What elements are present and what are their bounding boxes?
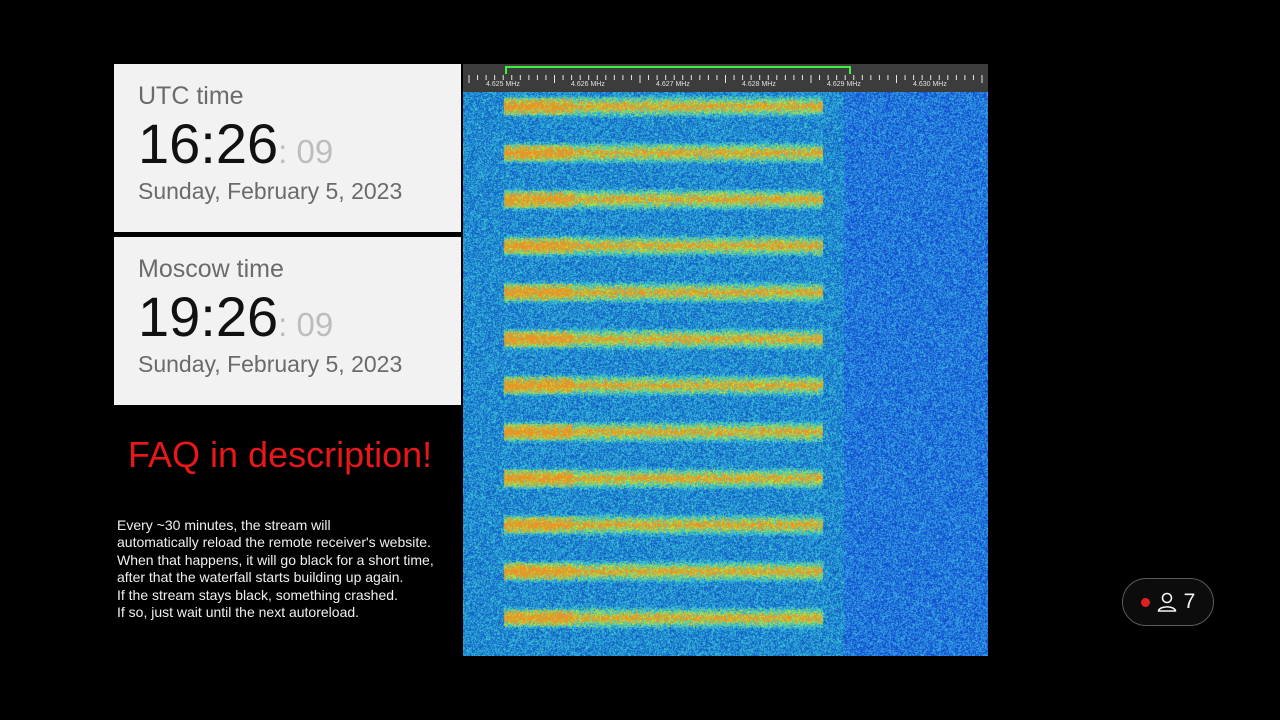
viewer-count: 7 — [1183, 590, 1196, 613]
live-indicator-icon — [1140, 597, 1150, 607]
passband-marker[interactable] — [505, 66, 851, 74]
utc-hours-minutes: 16:26 — [138, 112, 279, 175]
stream-frame: UTC time 16:26: 09 Sunday, February 5, 2… — [0, 0, 1280, 720]
moscow-clock-date: Sunday, February 5, 2023 — [138, 351, 403, 377]
notice-line: When that happens, it will go black for … — [117, 551, 434, 568]
moscow-hours-minutes: 19:26 — [138, 285, 279, 348]
notice-line: after that the waterfall starts building… — [117, 569, 404, 586]
moscow-clock-time: 19:26: 09 — [138, 287, 333, 355]
person-icon — [1157, 592, 1176, 612]
utc-seconds: : 09 — [278, 133, 334, 170]
notice-line: Every ~30 minutes, the stream will — [117, 517, 331, 533]
moscow-clock-panel: Moscow time 19:26: 09 Sunday, February 5… — [114, 237, 461, 405]
utc-clock-panel: UTC time 16:26: 09 Sunday, February 5, 2… — [114, 64, 461, 232]
utc-clock-label: UTC time — [138, 82, 244, 110]
reload-notice: Every ~30 minutes, the stream will autom… — [117, 517, 462, 621]
freq-label-2: 4.626 MHz — [571, 81, 605, 88]
freq-label-4: 4.628 MHz — [742, 81, 776, 88]
freq-label-5: 4.629 MHz — [827, 81, 861, 88]
freq-label-3: 4.627 MHz — [656, 81, 690, 88]
freq-label-1: 4.625 MHz — [486, 81, 520, 88]
notice-line: If so, just wait until the next autorelo… — [117, 604, 360, 621]
utc-clock-date: Sunday, February 5, 2023 — [138, 178, 403, 204]
faq-notice: FAQ in description! — [128, 434, 433, 475]
notice-line: If the stream stays black, something cra… — [117, 586, 398, 603]
utc-clock-time: 16:26: 09 — [138, 114, 333, 182]
notice-line: automatically reload the remote receiver… — [117, 534, 431, 551]
frequency-scale[interactable]: 4.625 MHz 4.626 MHz 4.627 MHz 4.628 MHz … — [463, 64, 988, 92]
moscow-seconds: : 09 — [278, 306, 334, 343]
waterfall-display[interactable]: 4.625 MHz 4.626 MHz 4.627 MHz 4.628 MHz … — [463, 64, 988, 656]
waterfall-canvas[interactable] — [463, 92, 988, 656]
freq-label-6: 4.630 MHz — [913, 81, 947, 88]
viewer-count-badge[interactable]: 7 — [1122, 578, 1214, 626]
moscow-clock-label: Moscow time — [138, 255, 284, 283]
